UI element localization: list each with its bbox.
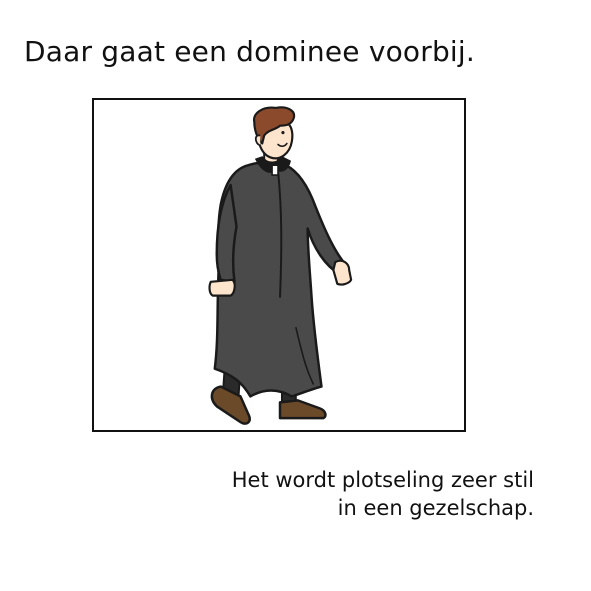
front-shoe: [278, 399, 327, 420]
ear: [254, 134, 261, 147]
caption: Het wordt plotseling zeer stil in een ge…: [232, 466, 534, 522]
eye: [281, 131, 285, 135]
front-hand: [332, 259, 353, 286]
walking-minister-illustration: [208, 106, 353, 425]
page-title: Daar gaat een dominee voorbij.: [24, 35, 475, 68]
collar-tab: [271, 164, 279, 176]
back-shoe: [210, 385, 251, 425]
illustration-frame: [92, 98, 466, 432]
back-sleeve: [215, 183, 238, 284]
caption-line-1: Het wordt plotseling zeer stil: [231, 468, 534, 492]
back-hand: [208, 278, 236, 297]
caption-line-2: in een gezelschap.: [337, 496, 534, 520]
